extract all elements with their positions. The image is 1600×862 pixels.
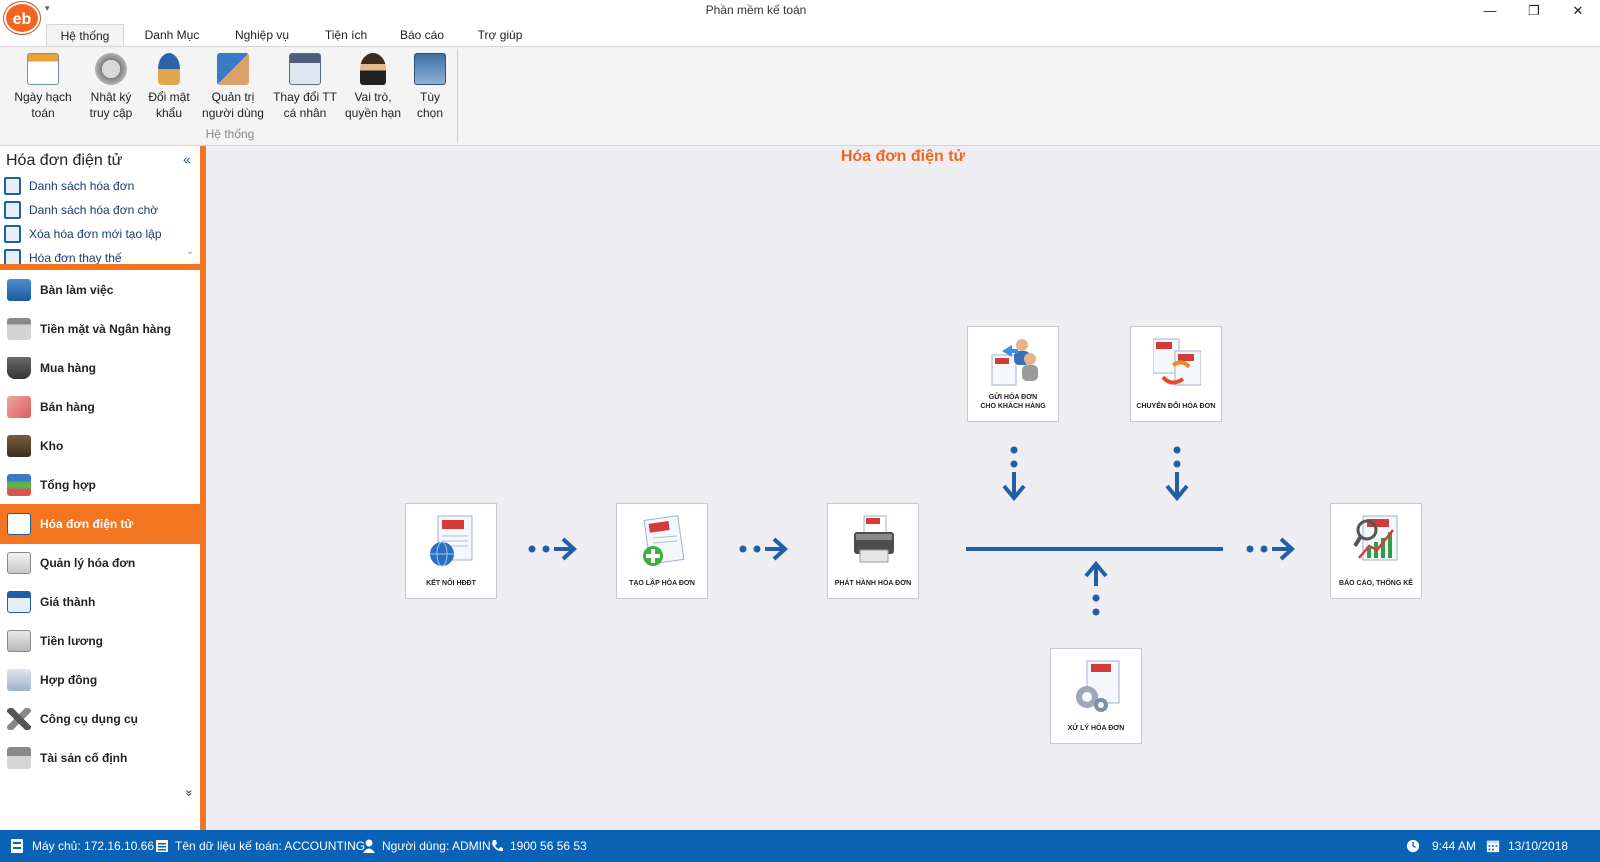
phone-info: 1900 56 56 53	[510, 839, 587, 853]
scroll-down-icon[interactable]: ⌄	[186, 246, 194, 257]
nav-item-cong-cu-dung-cu[interactable]: Công cụ dụng cụ	[0, 699, 200, 739]
receipt-icon	[7, 396, 31, 418]
title-bar: eb ▾ Phần mềm kế toán — ❐ ✕	[0, 0, 1600, 34]
calculator-icon	[7, 591, 31, 613]
sub-item-xoa-hoa-don[interactable]: Xóa hóa đơn mới tạo lập	[4, 222, 194, 246]
nav-item-hoa-don-dien-tu[interactable]: Hóa đơn điện tử	[0, 504, 200, 544]
ngay-hach-toan-button[interactable]: Ngày hạch toán	[7, 53, 79, 121]
calendar-status-icon	[1486, 840, 1500, 853]
process-invoice-gear-icon	[1076, 660, 1120, 712]
tile-xu-ly-hoa-don[interactable]: XỬ LÝ HÓA ĐƠN	[1050, 648, 1142, 744]
printer-icon	[854, 515, 894, 563]
server-info: Máy chủ: 172.16.10.66	[32, 839, 155, 853]
user-info: Người dùng: ADMIN	[382, 839, 491, 853]
shopping-cart-icon	[7, 357, 31, 379]
tile-phat-hanh-hoa-don[interactable]: PHÁT HÀNH HÓA ĐƠN	[827, 503, 919, 599]
sidebar-title: Hóa đơn điện tử	[6, 152, 123, 169]
admin-user-icon	[217, 53, 249, 85]
tuy-chon-button[interactable]: Tùy chọn	[405, 53, 455, 121]
time-display: 9:44 AM	[1432, 839, 1477, 853]
desktop-icon	[7, 279, 31, 301]
sub-item-danh-sach-hoa-don-cho[interactable]: Danh sách hóa đơn chờ	[4, 198, 194, 222]
contract-icon	[7, 669, 31, 691]
database-info: Tên dữ liệu kế toán: ACCOUNTING	[175, 839, 366, 853]
tab-nghiep-vu[interactable]: Nghiệp vụ	[222, 24, 302, 46]
tile-chuyen-doi-hoa-don[interactable]: CHUYỂN ĐỔI HÓA ĐƠN	[1130, 326, 1222, 422]
nav-item-tai-san-co-dinh[interactable]: Tài sản cố định	[0, 738, 200, 778]
database-icon	[156, 840, 168, 852]
nav-item-hop-dong[interactable]: Hợp đồng	[0, 660, 200, 700]
vai-tro-quyen-han-button[interactable]: Vai trò, quyền hạn	[341, 53, 405, 121]
status-bar: Máy chủ: 172.16.10.66 Tên dữ liệu kế toá…	[0, 830, 1600, 862]
ribbon-group-label: Hệ thống	[205, 127, 255, 141]
nav-item-ban-hang[interactable]: Bán hàng	[0, 387, 200, 427]
phone-icon	[492, 840, 503, 852]
warehouse-icon	[7, 435, 31, 457]
report-chart-icon	[1353, 515, 1398, 561]
books-icon	[7, 474, 31, 496]
nav-item-mua-hang[interactable]: Mua hàng	[0, 348, 200, 388]
key-user-icon	[158, 53, 180, 85]
payroll-icon	[7, 630, 31, 652]
tab-tien-ich[interactable]: Tiện ích	[310, 24, 382, 46]
send-invoice-icon	[991, 339, 1038, 386]
tile-tao-lap-hoa-don[interactable]: TẠO LẬP HÓA ĐƠN	[616, 503, 708, 599]
app-logo[interactable]: eb	[4, 2, 40, 34]
e-invoice-icon	[7, 513, 31, 535]
nav-item-ban-lam-viec[interactable]: Bàn làm việc	[0, 270, 200, 310]
role-user-icon	[360, 53, 386, 85]
doi-mat-khau-button[interactable]: Đổi mật khẩu	[139, 53, 199, 121]
tab-tro-giup[interactable]: Trợ giúp	[464, 24, 536, 46]
document-icon	[4, 201, 21, 219]
ribbon-panel: Ngày hạch toán Nhật ký truy cập Đổi mật …	[0, 46, 1600, 146]
ribbon-group-he-thong: Ngày hạch toán Nhật ký truy cập Đổi mật …	[3, 49, 458, 143]
restore-button[interactable]: ❐	[1512, 0, 1556, 22]
clock-icon	[1406, 839, 1420, 853]
id-card-icon	[289, 53, 321, 85]
nav-item-kho[interactable]: Kho	[0, 426, 200, 466]
hourglass-icon	[95, 53, 127, 85]
thay-doi-tt-ca-nhan-button[interactable]: Thay đổi TT cá nhân	[269, 53, 341, 121]
nav-item-tong-hop[interactable]: Tổng hợp	[0, 465, 200, 505]
server-icon	[11, 839, 23, 853]
calendar-icon	[27, 53, 59, 85]
sidebar-sub-list: Danh sách hóa đơn Danh sách hóa đơn chờ …	[0, 174, 200, 266]
main-area: Hóa đơn điện tử KẾT NỐI HĐĐT TẠO LẬP HÓA…	[206, 146, 1600, 830]
tab-danh-muc[interactable]: Danh Mục	[132, 24, 212, 46]
settings-screen-icon	[414, 53, 446, 85]
create-invoice-icon	[643, 515, 685, 566]
more-items-icon[interactable]: »	[182, 790, 196, 797]
date-display: 13/10/2018	[1508, 839, 1569, 853]
tab-bao-cao[interactable]: Báo cáo	[386, 24, 458, 46]
tile-ket-noi-hddt[interactable]: KẾT NỐI HĐĐT	[405, 503, 497, 599]
sidebar: Hóa đơn điện tử « Danh sách hóa đơn Danh…	[0, 146, 205, 830]
window-title: Phần mềm kế toán	[705, 3, 807, 17]
sub-item-danh-sach-hoa-don[interactable]: Danh sách hóa đơn	[4, 174, 194, 198]
house-icon	[7, 747, 31, 769]
ribbon-tabs: Hệ thống Danh Mục Nghiệp vụ Tiện ích Báo…	[0, 22, 1600, 46]
nhat-ky-truy-cap-button[interactable]: Nhật ký truy cập	[81, 53, 141, 121]
nav-item-tien-mat-ngan-hang[interactable]: Tiền mặt và Ngân hàng	[0, 309, 200, 349]
bank-icon	[7, 318, 31, 340]
connect-globe-icon	[430, 515, 473, 567]
tile-bao-cao-thong-ke[interactable]: BÁO CÁO, THỐNG KÊ	[1330, 503, 1422, 599]
user-icon	[363, 839, 375, 853]
convert-invoice-icon	[1153, 338, 1201, 386]
collapse-sidebar-icon[interactable]: «	[183, 151, 191, 167]
minimize-button[interactable]: —	[1468, 0, 1512, 22]
quan-tri-nguoi-dung-button[interactable]: Quản trị người dùng	[197, 53, 269, 121]
tile-gui-hoa-don[interactable]: GỬI HÓA ĐƠN CHO KHÁCH HÀNG	[967, 326, 1059, 422]
tools-icon	[7, 708, 31, 730]
tab-he-thong[interactable]: Hệ thống	[46, 24, 124, 46]
nav-item-quan-ly-hoa-don[interactable]: Quản lý hóa đơn	[0, 543, 200, 583]
document-icon	[4, 177, 21, 195]
flow-connectors	[528, 446, 1295, 616]
sub-item-hoa-don-thay-the[interactable]: Hóa đơn thay thế	[4, 246, 194, 266]
nav-item-tien-luong[interactable]: Tiền lương	[0, 621, 200, 661]
document-icon	[4, 225, 21, 243]
nav-item-gia-thanh[interactable]: Giá thành	[0, 582, 200, 622]
invoice-list-icon	[7, 552, 31, 574]
close-button[interactable]: ✕	[1556, 0, 1600, 22]
